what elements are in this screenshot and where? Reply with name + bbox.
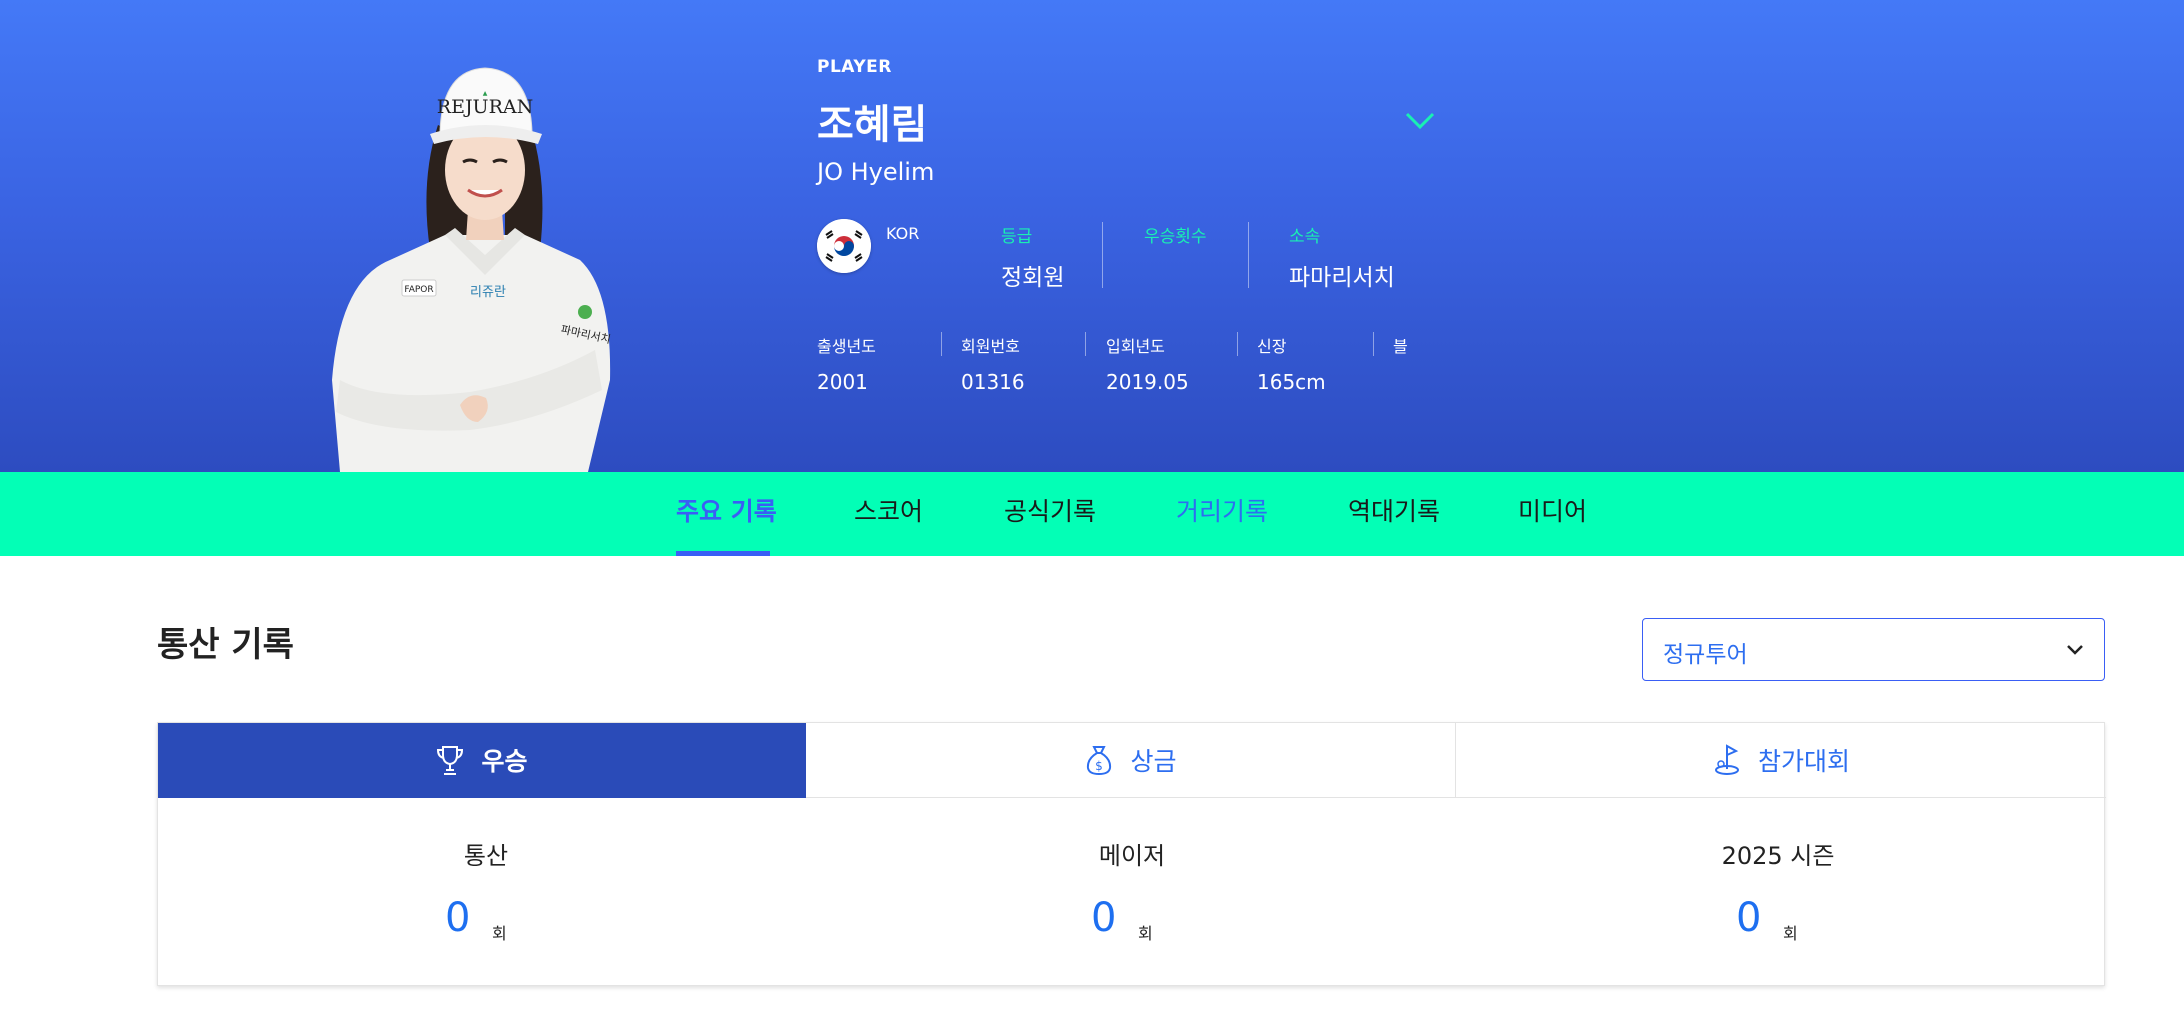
chevron-down-icon[interactable]: [1404, 108, 1436, 134]
tab-history-records[interactable]: 역대기록: [1348, 492, 1440, 528]
metric-title: 메이저: [1098, 842, 1166, 870]
grade-value: 정회원: [1001, 265, 1065, 291]
join-year-label: 입회년도: [1106, 337, 1165, 356]
chevron-down-icon: [2067, 645, 2083, 655]
svg-text:$: $: [1096, 759, 1104, 773]
svg-text:FAPOR: FAPOR: [404, 285, 433, 295]
metric-value: 0: [1736, 895, 1762, 941]
tab-main-records[interactable]: 주요 기록: [676, 492, 777, 528]
metric-major: 메이저: [812, 836, 1452, 871]
tour-select[interactable]: 정규투어: [1642, 618, 2105, 681]
record-tab-events[interactable]: 참가대회: [1456, 723, 2106, 798]
career-record-panel: 우승 $ 상금 참가대회 통산 0 회 메이저 0 회 2025 시즌 0 회: [157, 722, 2106, 986]
record-tab-prize[interactable]: $ 상금: [806, 723, 1456, 798]
stat-divider: [1373, 332, 1374, 356]
metric-season: 2025 시즌: [1458, 836, 2098, 871]
info-divider: [1102, 222, 1103, 288]
money-bag-icon: $: [1087, 746, 1112, 776]
record-tab-prize-label: 상금: [1130, 747, 1177, 776]
member-number-label: 회원번호: [961, 337, 1020, 356]
stat-divider: [1085, 332, 1086, 356]
metric-value: 0: [1091, 895, 1117, 941]
section-title: 통산 기록: [157, 625, 294, 665]
player-label: PLAYER: [817, 57, 892, 77]
team-value: 파마리서치: [1289, 265, 1395, 291]
record-tab-wins-label: 우승: [481, 747, 528, 776]
info-divider: [1248, 222, 1249, 288]
korea-flag-icon: [817, 219, 871, 273]
birth-year-value: 2001: [817, 370, 868, 394]
player-name-korean: 조혜림: [817, 102, 928, 148]
tab-score[interactable]: 스코어: [854, 492, 923, 528]
blood-type-label: 블: [1393, 337, 1408, 356]
record-tab-bar: 주요 기록 스코어 공식기록 거리기록 역대기록 미디어: [0, 472, 2184, 556]
active-tab-indicator: [676, 551, 770, 556]
member-number-value: 01316: [961, 370, 1025, 394]
player-name-english: JO Hyelim: [817, 158, 935, 186]
tab-distance-records[interactable]: 거리기록: [1176, 492, 1268, 528]
metric-unit: 회: [492, 924, 507, 943]
grade-label: 등급: [1001, 227, 1033, 247]
record-tab-events-label: 참가대회: [1757, 747, 1850, 776]
stat-divider: [1237, 332, 1238, 356]
birth-year-label: 출생년도: [817, 337, 876, 356]
metric-career: 통산: [166, 836, 806, 871]
nationality-code: KOR: [886, 224, 920, 243]
golf-flag-icon: [1714, 744, 1739, 775]
wins-label: 우승횟수: [1144, 227, 1207, 247]
metric-title: 2025 시즌: [1721, 842, 1835, 870]
metric-value: 0: [445, 895, 471, 941]
metric-unit: 회: [1783, 924, 1798, 943]
height-label: 신장: [1257, 337, 1287, 356]
trophy-icon: [437, 746, 464, 775]
player-hero: ▲ REJURAN FAPOR 리쥬란 파마리서치 PLAYER 조혜림 JO …: [0, 0, 2184, 472]
tab-media[interactable]: 미디어: [1518, 492, 1587, 528]
join-year-value: 2019.05: [1106, 370, 1189, 394]
svg-text:REJURAN: REJURAN: [437, 96, 533, 118]
tour-select-value: 정규투어: [1663, 642, 1748, 668]
stat-divider: [941, 332, 942, 356]
record-tab-wins[interactable]: 우승: [158, 723, 806, 798]
metric-unit: 회: [1138, 924, 1153, 943]
svg-text:리쥬란: 리쥬란: [470, 285, 506, 300]
tab-official-records[interactable]: 공식기록: [1004, 492, 1096, 528]
team-label: 소속: [1289, 227, 1321, 247]
metric-title: 통산: [463, 842, 509, 870]
height-value: 165cm: [1257, 370, 1326, 394]
player-photo: ▲ REJURAN FAPOR 리쥬란 파마리서치: [332, 67, 612, 472]
